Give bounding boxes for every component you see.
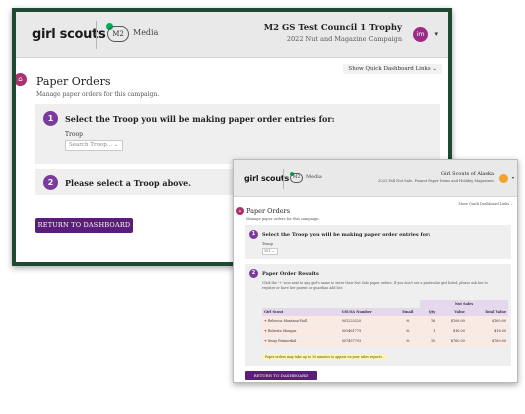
girl-name: Sway Primordial — [267, 339, 297, 343]
return-to-dashboard-button[interactable]: RETURN TO DASHBOARD — [245, 371, 317, 380]
add-order-plus-icon[interactable]: + — [264, 329, 267, 333]
chevron-down-icon[interactable]: ▾ — [512, 175, 514, 180]
email-envelope-icon[interactable]: ✉ — [395, 326, 421, 337]
results-description: Click the '+' icon next to any girl's na… — [262, 281, 488, 290]
chevron-down-icon[interactable]: ▾ — [434, 30, 438, 38]
processing-time-note: Paper orders may take up to 30 minutes t… — [262, 354, 386, 360]
m2-badge: M2 — [107, 26, 129, 42]
value-cell: $760.00 — [437, 336, 467, 347]
campaign-subtitle: 2022 Fall Nut Sale, Peanut Paper Items a… — [378, 179, 494, 183]
gsusa-cell: 007457793 — [339, 336, 396, 347]
col-gsusa-number[interactable]: GSUSA Number — [339, 308, 396, 316]
table-header-row: Girl Scout GSUSA Number Email Qty Value … — [262, 308, 508, 316]
user-avatar[interactable]: im — [413, 27, 428, 42]
gsusa-cell: 001461779 — [339, 326, 396, 337]
email-envelope-icon[interactable]: ✉ — [395, 316, 421, 327]
col-total-value: Total Value — [466, 308, 508, 316]
troop-label: Troop — [262, 242, 273, 246]
campaign-title: Girl Scouts of Alaska — [440, 171, 494, 177]
nut-sales-group-header: Nut Sales — [420, 300, 508, 308]
girl-name: Rebecca Montana-Violl — [267, 318, 308, 323]
step-number-badge: 2 — [249, 269, 258, 278]
paper-orders-table: Nut Sales Girl Scout GSUSA Number Email … — [262, 300, 508, 347]
add-order-plus-icon[interactable]: + — [264, 339, 267, 343]
m2-badge: M2 — [290, 173, 303, 183]
qty-cell: 10 — [420, 336, 438, 347]
girl-name-cell: +Sway Primordial — [262, 336, 340, 347]
return-to-dashboard-button[interactable]: RETURN TO DASHBOARD — [35, 218, 133, 233]
m2-media-label: Media — [133, 28, 159, 37]
page-subtitle: Manage paper orders for this campaign. — [246, 217, 320, 221]
step-title: Select the Troop you will be making pape… — [262, 232, 431, 238]
table-row: +Sway Primordial 007457793 ✉ 10 $760.00 … — [262, 336, 508, 347]
value-cell: $106.00 — [437, 316, 467, 327]
table-row: +Roberta Mongas 001461779 ✉ 1 $16.00 $16… — [262, 326, 508, 337]
add-order-plus-icon[interactable]: + — [264, 319, 267, 323]
step-title: Select the Troop you will be making pape… — [65, 114, 335, 124]
troop-label: Troop — [65, 131, 83, 138]
step-title: Paper Order Results — [262, 271, 319, 277]
m2-media-label: Media — [306, 174, 322, 180]
qty-cell: 1 — [420, 326, 438, 337]
home-icon[interactable]: ⌂ — [236, 207, 244, 215]
campaign-title: M2 GS Test Council 1 Trophy — [263, 23, 402, 33]
value-cell: $16.00 — [437, 326, 467, 337]
campaign-subtitle: 2022 Nut and Magazine Campaign — [286, 35, 402, 43]
quick-dashboard-links-toggle[interactable]: Show Quick Dashboard Links ⌄ — [343, 64, 442, 74]
qty-cell: 16 — [420, 316, 438, 327]
col-email: Email — [395, 308, 421, 316]
page-title: Paper Orders — [36, 75, 111, 88]
total-value-cell: $760.00 — [466, 336, 508, 347]
step-select-troop: 1 Select the Troop you will be making pa… — [245, 225, 511, 259]
girl-scouts-logo[interactable]: girl scouts — [244, 172, 295, 183]
top-header: girl scouts M2 Media M2 GS Test Council … — [16, 12, 448, 58]
step-title: Please select a Troop above. — [65, 178, 192, 188]
step-paper-order-results: 2 Paper Order Results Click the '+' icon… — [245, 264, 511, 366]
front-screenshot: girl scouts M2 Media Girl Scouts of Alas… — [233, 159, 518, 383]
troop-search-select[interactable]: Search Troop... ⌄ — [65, 140, 123, 151]
top-header: girl scouts M2 Media Girl Scouts of Alas… — [234, 160, 517, 197]
step-number-badge: 1 — [249, 230, 258, 239]
col-value: Value — [437, 308, 467, 316]
total-value-cell: $16.00 — [466, 326, 508, 337]
group-header-spacer — [262, 300, 421, 308]
header-divider — [96, 21, 97, 49]
step-select-troop: 1 Select the Troop you will be making pa… — [35, 104, 440, 164]
quick-dashboard-links-toggle[interactable]: Show Quick Dashboard Links ⌄ — [458, 202, 513, 206]
col-qty: Qty — [420, 308, 438, 316]
girl-name-cell: +Roberta Mongas — [262, 326, 340, 337]
user-avatar[interactable] — [499, 174, 508, 183]
troop-select[interactable]: 101 ⌄ — [262, 248, 278, 255]
page-title: Paper Orders — [246, 207, 291, 215]
girl-name: Roberta Mongas — [267, 329, 297, 333]
gsusa-cell: 001225320 — [339, 316, 396, 327]
campaign-selector[interactable]: Girl Scouts of Alaska 2022 Fall Nut Sale… — [378, 171, 494, 185]
campaign-selector[interactable]: M2 GS Test Council 1 Trophy 2022 Nut and… — [264, 23, 402, 45]
email-envelope-icon[interactable]: ✉ — [395, 336, 421, 347]
header-divider — [283, 169, 284, 189]
table-group-header-row: Nut Sales — [262, 300, 508, 308]
girl-scouts-logo[interactable]: girl scouts — [32, 23, 114, 42]
col-girl-scout[interactable]: Girl Scout — [262, 308, 340, 316]
step-number-badge: 2 — [43, 175, 58, 190]
girl-name-cell: +Rebecca Montana-Violl — [262, 316, 340, 327]
table-row: +Rebecca Montana-Violl 001225320 ✉ 16 $1… — [262, 316, 508, 327]
home-icon[interactable]: ⌂ — [16, 73, 27, 86]
total-value-cell: $160.00 — [466, 316, 508, 327]
page-subtitle: Manage paper orders for this campaign. — [36, 91, 160, 98]
step-number-badge: 1 — [43, 111, 58, 126]
